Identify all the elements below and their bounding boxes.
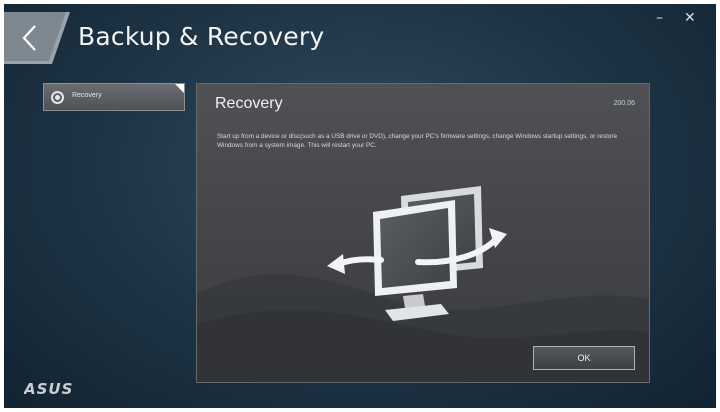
monitor-restart-icon [327,186,507,321]
panel-title: Recovery [215,95,283,112]
radio-selected-icon [51,91,64,104]
window-title: Backup & Recovery [78,22,325,51]
ok-button[interactable]: OK [533,346,635,370]
panel-value: 200.06 [613,100,635,107]
panel-description: Start up from a device or disc(such as a… [217,133,618,149]
sidebar-item-label: Recovery [72,92,102,99]
backup-recovery-window: Backup & Recovery – ✕ Recovery Recovery … [4,4,716,408]
minimize-button[interactable]: – [656,10,663,26]
recovery-panel: Recovery 200.06 Start up from a device o… [196,83,650,383]
back-arrow-icon [4,12,70,64]
asus-logo: ASUS [24,381,73,397]
selected-corner-icon [175,84,184,93]
back-button[interactable] [4,12,70,64]
asus-logo-text: ASUS [24,381,73,397]
close-button[interactable]: ✕ [684,10,696,26]
sidebar-item-recovery[interactable]: Recovery [43,83,185,111]
